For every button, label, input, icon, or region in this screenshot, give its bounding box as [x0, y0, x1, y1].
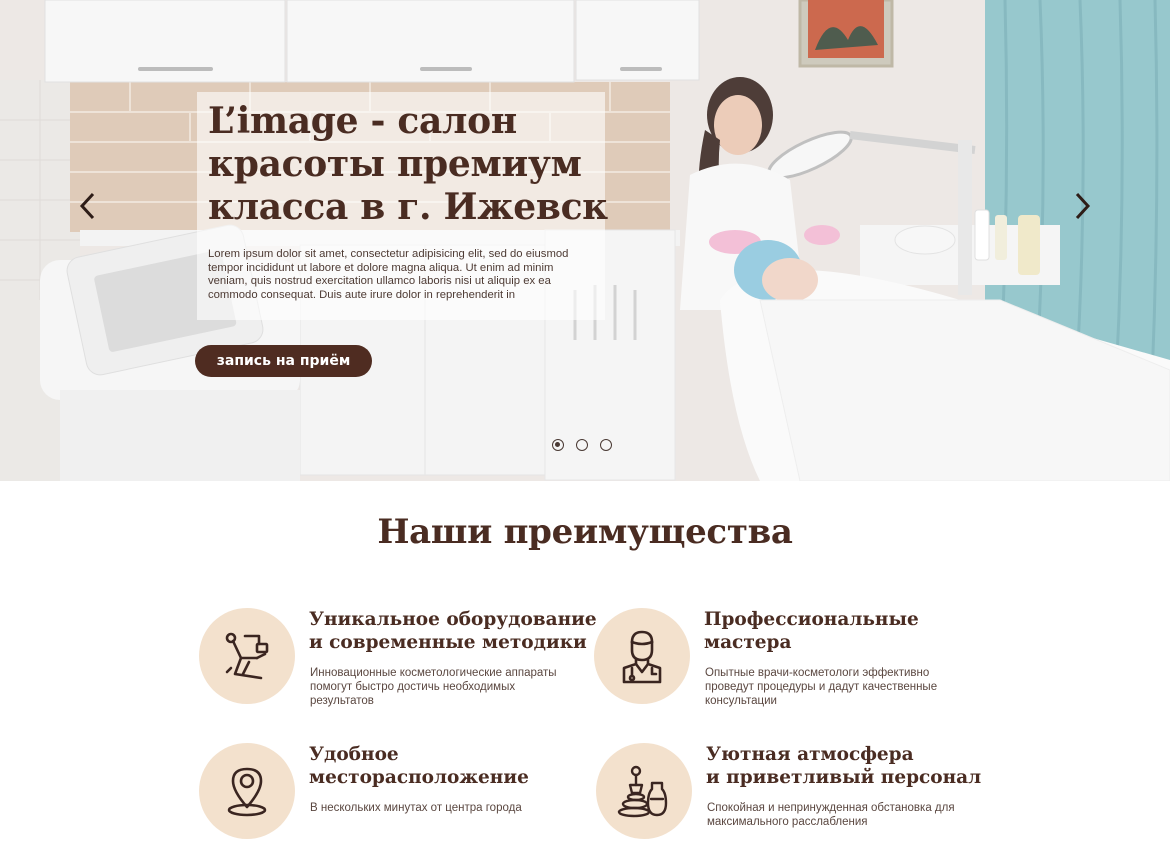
hero-description: Lorem ipsum dolor sit amet, consectetur …: [208, 248, 569, 301]
hero-slider: L’image - салон красоты премиум класса в…: [0, 0, 1170, 481]
advantage-title: Уникальное оборудование и современные ме…: [309, 609, 597, 653]
doctor-icon: [622, 630, 662, 684]
slider-dot-2[interactable]: [576, 439, 588, 451]
advantage-icon-circle: [596, 743, 692, 839]
chevron-right-icon: [1075, 192, 1091, 220]
advantage-description: Инновационные косметологические аппараты…: [310, 667, 557, 707]
book-appointment-button[interactable]: запись на приём: [195, 345, 372, 377]
chevron-left-icon: [79, 192, 95, 220]
advantage-title: Удобное месторасположение: [309, 744, 529, 788]
advantage-title: Уютная атмосфера и приветливый персонал: [706, 744, 982, 788]
location-pin-icon: [227, 767, 267, 817]
advantages-title: Наши преимущества: [377, 512, 793, 552]
slider-next-button[interactable]: [1068, 190, 1098, 222]
slider-dot-1[interactable]: [552, 439, 564, 451]
advantage-description: Спокойная и непринужденная обстановка дл…: [707, 802, 955, 828]
spa-stones-icon: [617, 765, 668, 818]
slider-prev-button[interactable]: [72, 190, 102, 222]
advantage-description: Опытные врачи-косметологи эффективно про…: [705, 667, 938, 707]
advantage-title: Профессиональные мастера: [704, 609, 919, 653]
advantage-icon-circle: [594, 608, 690, 704]
hero-title: L’image - салон красоты премиум класса в…: [208, 100, 608, 228]
dental-chair-icon: [225, 632, 269, 680]
slider-dot-3[interactable]: [600, 439, 612, 451]
advantage-icon-circle: [199, 608, 295, 704]
slider-pagination: [552, 439, 612, 451]
advantage-icon-circle: [199, 743, 295, 839]
advantage-description: В нескольких минутах от центра города: [310, 802, 522, 814]
